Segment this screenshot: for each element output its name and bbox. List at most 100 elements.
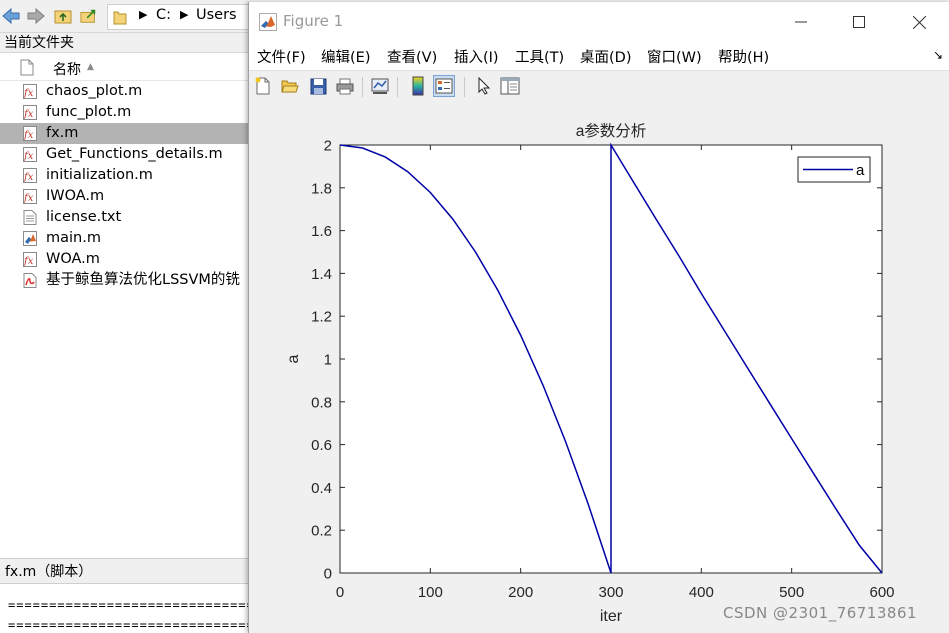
y-tick-label: 0.2	[311, 523, 332, 540]
function-file-icon: fx	[23, 189, 37, 204]
browse-folder-icon[interactable]	[80, 7, 98, 25]
menu-tools[interactable]: 工具(T)	[515, 46, 564, 67]
svg-text:fx: fx	[23, 193, 34, 204]
pointer-icon[interactable]	[473, 75, 495, 97]
x-tick-label: 100	[418, 584, 443, 601]
file-name: chaos_plot.m	[46, 83, 143, 99]
svg-text:fx: fx	[23, 256, 34, 267]
matlab-logo-icon	[259, 13, 277, 31]
x-tick-label: 0	[336, 584, 344, 601]
address-bar: ▶ C: ▶ Users	[0, 0, 251, 33]
path-separator-icon: ▶	[139, 8, 148, 21]
y-tick-label: 0.4	[311, 480, 332, 497]
current-folder-panel: ▶ C: ▶ Users 当前文件夹 名称 ▲ fx chaos_plot.m fx…	[0, 0, 251, 633]
y-axis-label: a	[285, 354, 302, 363]
file-name: WOA.m	[46, 251, 100, 267]
link-plot-icon[interactable]	[369, 75, 391, 97]
file-name: IWOA.m	[46, 188, 105, 204]
menu-file[interactable]: 文件(F)	[257, 46, 306, 67]
path-segment-folder[interactable]: Users	[196, 7, 237, 23]
function-file-icon: fx	[23, 147, 37, 162]
path-field[interactable]: ▶ C: ▶ Users	[107, 4, 251, 30]
new-figure-icon[interactable]	[252, 75, 274, 97]
y-tick-label: 1.8	[311, 180, 332, 197]
svg-text:fx: fx	[23, 151, 34, 162]
svg-text:fx: fx	[23, 172, 34, 183]
back-arrow-icon[interactable]	[2, 7, 20, 25]
legend-icon[interactable]	[433, 75, 455, 97]
legend[interactable]: a	[797, 156, 871, 183]
file-name: fx.m	[46, 125, 79, 141]
y-tick-label: 1.2	[311, 309, 332, 326]
menu-desktop[interactable]: 桌面(D)	[580, 46, 631, 67]
file-list-item[interactable]: 基于鲸鱼算法优化LSSVM的铣	[0, 270, 249, 291]
file-name: initialization.m	[46, 167, 153, 183]
y-tick-label: 0.6	[311, 437, 332, 454]
function-file-icon: fx	[23, 252, 37, 267]
file-list-item[interactable]: fx Get_Functions_details.m	[0, 144, 249, 165]
toolbar-separator	[397, 77, 398, 97]
x-tick-label: 400	[689, 584, 714, 601]
file-name: main.m	[46, 230, 101, 246]
file-list-item[interactable]: fx IWOA.m	[0, 186, 249, 207]
function-file-icon: fx	[23, 105, 37, 120]
menu-insert[interactable]: 插入(I)	[454, 46, 499, 67]
x-tick-label: 500	[779, 584, 804, 601]
file-name: Get_Functions_details.m	[46, 146, 223, 162]
file-type-column-icon	[20, 59, 34, 76]
file-list-item[interactable]: license.txt	[0, 207, 249, 228]
y-tick-label: 0.8	[311, 394, 332, 411]
save-icon[interactable]	[307, 75, 329, 97]
svg-text:fx: fx	[23, 109, 34, 120]
x-tick-label: 200	[508, 584, 533, 601]
file-list-item[interactable]: main.m	[0, 228, 249, 249]
x-tick-label: 600	[869, 584, 894, 601]
chart-title: a参数分析	[576, 122, 647, 140]
script-file-icon	[23, 231, 37, 246]
property-inspector-icon[interactable]	[499, 75, 521, 97]
watermark: CSDN @2301_76713861	[723, 604, 918, 622]
close-icon[interactable]	[899, 8, 939, 36]
path-segment-drive[interactable]: C:	[156, 7, 171, 23]
minimize-icon[interactable]	[781, 8, 821, 36]
file-list-item[interactable]: fx WOA.m	[0, 249, 249, 270]
figure-canvas: 0 100 200 300 400 500 600 0 0.2 0.4 0.6 0.8 1 1.2 1.4 1…	[249, 102, 949, 633]
figure-window: Figure 1 文件(F) 编辑(E) 查看(V) 插入(I) 工具(T) 桌…	[248, 2, 949, 633]
folder-icon	[113, 11, 127, 25]
function-file-icon: fx	[23, 168, 37, 183]
forward-arrow-icon[interactable]	[27, 7, 45, 25]
file-list-header[interactable]: 名称 ▲	[0, 56, 249, 81]
details-panel-title: fx.m（脚本）	[0, 558, 249, 584]
function-file-icon: fx	[23, 126, 37, 141]
maximize-icon[interactable]	[839, 8, 879, 36]
file-list-item[interactable]: fx func_plot.m	[0, 102, 249, 123]
window-title: Figure 1	[283, 12, 344, 30]
menu-view[interactable]: 查看(V)	[387, 46, 437, 67]
y-tick-label: 1	[324, 352, 332, 369]
menu-edit[interactable]: 编辑(E)	[321, 46, 370, 67]
y-tick-label: 1.6	[311, 223, 332, 240]
column-name[interactable]: 名称	[53, 59, 81, 79]
menu-bar: 文件(F) 编辑(E) 查看(V) 插入(I) 工具(T) 桌面(D) 窗口(W…	[249, 42, 949, 71]
y-tick-label: 2	[324, 138, 332, 155]
sort-ascending-icon: ▲	[87, 62, 94, 72]
legend-label-a: a	[856, 162, 865, 179]
file-list-item[interactable]: fx chaos_plot.m	[0, 81, 249, 102]
dock-arrow-icon[interactable]: ↘	[933, 48, 943, 62]
figure-toolbar	[249, 71, 949, 103]
menu-window[interactable]: 窗口(W)	[647, 46, 702, 67]
open-file-icon[interactable]	[279, 75, 301, 97]
svg-text:fx: fx	[23, 88, 34, 99]
menu-help[interactable]: 帮助(H)	[718, 46, 769, 67]
colorbar-icon[interactable]	[407, 75, 429, 97]
file-name: 基于鲸鱼算法优化LSSVM的铣	[46, 272, 240, 288]
svg-text:fx: fx	[23, 130, 34, 141]
current-folder-title: 当前文件夹	[0, 33, 249, 53]
y-tick-label: 1.4	[311, 266, 332, 283]
up-folder-icon[interactable]	[54, 7, 72, 25]
text-file-icon	[23, 210, 37, 225]
file-list-item[interactable]: fx initialization.m	[0, 165, 249, 186]
file-list-item[interactable]: fx fx.m	[0, 123, 249, 144]
print-icon[interactable]	[334, 75, 356, 97]
toolbar-separator	[362, 77, 363, 97]
